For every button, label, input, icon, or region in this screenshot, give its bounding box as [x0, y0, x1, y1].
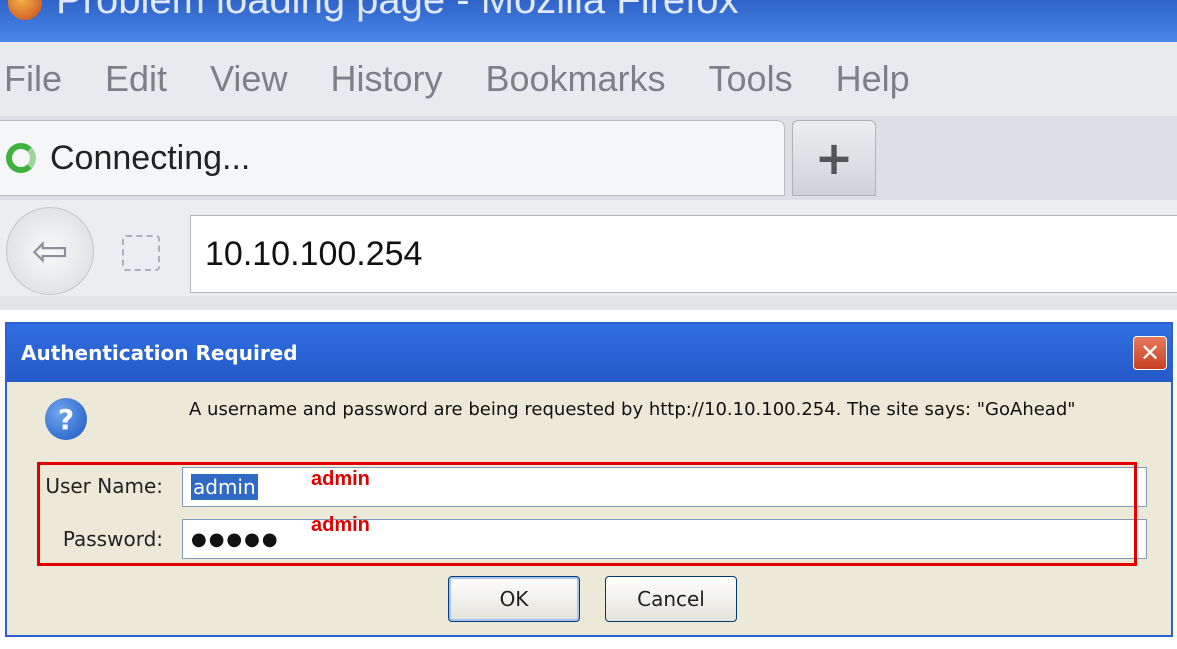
toolbar-divider — [0, 296, 1177, 310]
url-bar[interactable]: 10.10.100.254 — [190, 215, 1177, 293]
menu-tools[interactable]: Tools — [709, 58, 793, 100]
menu-bookmarks[interactable]: Bookmarks — [485, 58, 665, 100]
window-title-bar: Problem loading page - Mozilla Firefox — [0, 0, 1177, 42]
menu-help[interactable]: Help — [836, 58, 910, 100]
ok-button[interactable]: OK — [448, 576, 580, 622]
back-arrow-icon: ⇦ — [31, 225, 69, 277]
credentials-highlight-box — [37, 462, 1137, 566]
auth-dialog: Authentication Required ✕ ? A username a… — [5, 322, 1173, 637]
close-button[interactable]: ✕ — [1133, 336, 1167, 370]
site-identity-icon[interactable] — [122, 235, 160, 271]
back-button[interactable]: ⇦ — [6, 207, 94, 295]
dialog-title-bar: Authentication Required ✕ — [7, 324, 1171, 382]
window-title: Problem loading page - Mozilla Firefox — [56, 0, 739, 22]
navigation-bar: ⇦ 10.10.100.254 — [0, 200, 1177, 310]
tab-label: Connecting... — [50, 138, 251, 177]
tab-strip: Connecting... + — [0, 116, 1177, 200]
auth-message: A username and password are being reques… — [189, 399, 1076, 420]
menu-bar: File Edit View History Bookmarks Tools H… — [0, 42, 1177, 116]
close-icon: ✕ — [1139, 339, 1161, 367]
loading-spinner-icon — [6, 143, 36, 173]
question-icon: ? — [45, 398, 87, 440]
new-tab-button[interactable]: + — [792, 120, 876, 196]
tab-active[interactable]: Connecting... — [0, 120, 785, 196]
menu-file[interactable]: File — [4, 58, 62, 100]
menu-history[interactable]: History — [330, 58, 442, 100]
dialog-title: Authentication Required — [21, 341, 298, 365]
menu-view[interactable]: View — [210, 58, 287, 100]
cancel-button[interactable]: Cancel — [605, 576, 737, 622]
menu-edit[interactable]: Edit — [105, 58, 167, 100]
firefox-logo-icon — [8, 0, 42, 20]
